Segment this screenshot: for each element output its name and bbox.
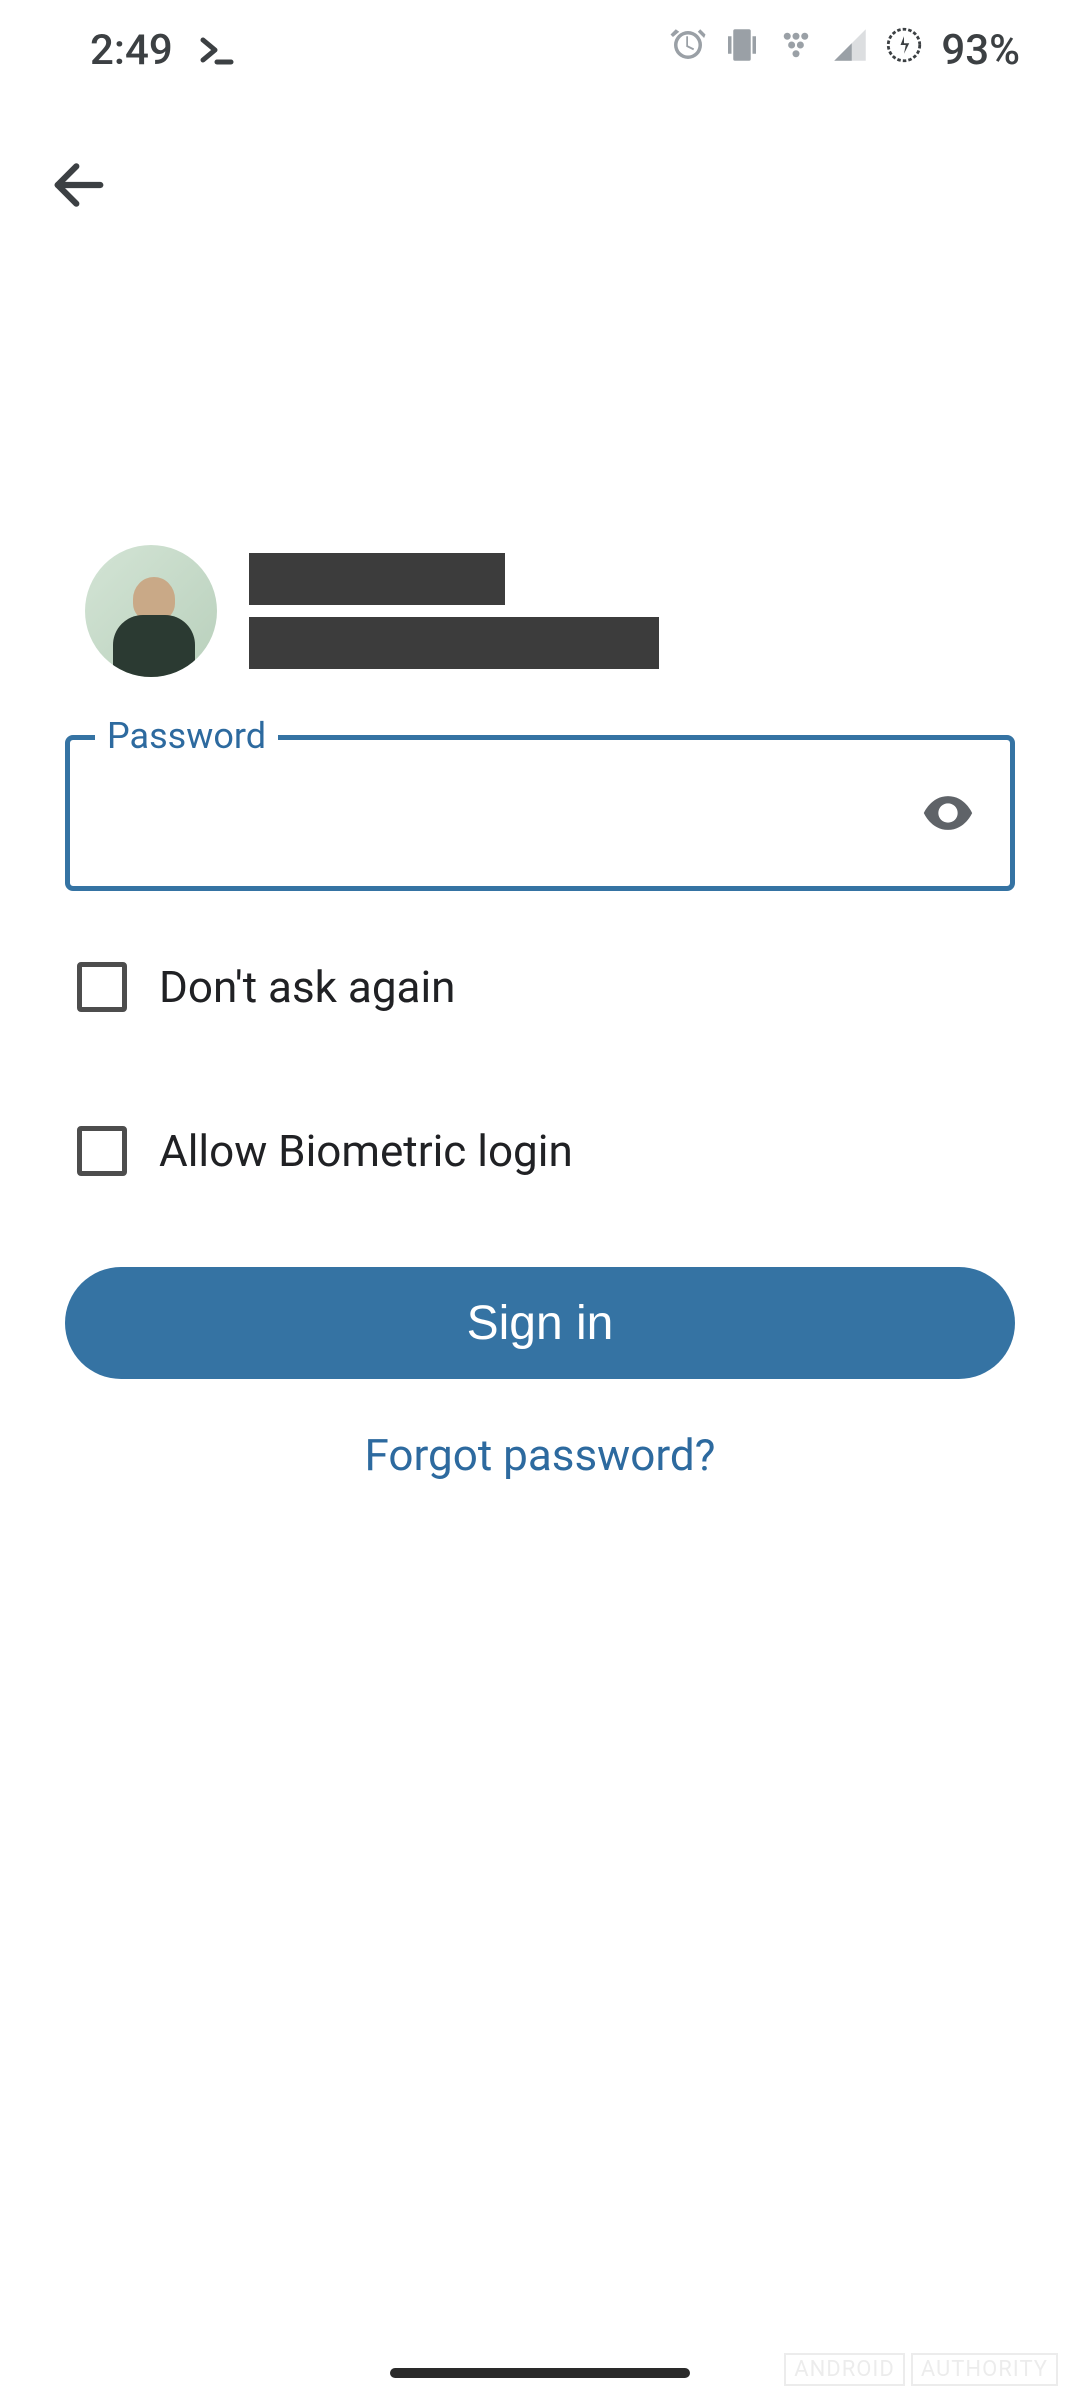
eye-icon (919, 784, 977, 842)
biometric-checkbox[interactable] (77, 1126, 127, 1176)
app-bar (0, 120, 1080, 250)
forgot-password-link[interactable]: Forgot password? (65, 1429, 1015, 1481)
signin-button-label: Sign in (467, 1296, 614, 1351)
avatar (85, 545, 217, 677)
battery-percent: 93% (941, 26, 1020, 75)
dont-ask-checkbox[interactable] (77, 962, 127, 1012)
dont-ask-row[interactable]: Don't ask again (65, 961, 1015, 1013)
watermark: ANDROID AUTHORITY (784, 2353, 1058, 2386)
battery-icon (883, 24, 925, 77)
gesture-nav-handle[interactable] (390, 2368, 690, 2378)
signal-icon (829, 24, 871, 77)
watermark-brand-1: ANDROID (784, 2353, 905, 2386)
password-input-box[interactable] (65, 735, 1015, 891)
password-label: Password (95, 715, 278, 757)
biometric-row[interactable]: Allow Biometric login (65, 1125, 1015, 1177)
account-name-redacted (249, 553, 505, 605)
status-right: 93% (667, 24, 1020, 77)
vibrate-icon (721, 24, 763, 77)
dev-prompt-icon (193, 26, 241, 74)
signin-button[interactable]: Sign in (65, 1267, 1015, 1379)
dots-icon (775, 24, 817, 77)
forgot-password-label: Forgot password? (365, 1429, 716, 1481)
back-button[interactable] (40, 146, 118, 224)
password-field: Password (65, 735, 1015, 891)
account-text-stack (249, 553, 659, 669)
dont-ask-label: Don't ask again (159, 961, 455, 1013)
status-bar: 2:49 93% (0, 0, 1080, 100)
alarm-icon (667, 24, 709, 77)
status-left: 2:49 (90, 26, 241, 75)
account-row (65, 545, 1015, 677)
account-email-redacted (249, 617, 659, 669)
toggle-password-visibility[interactable] (916, 781, 980, 845)
biometric-label: Allow Biometric login (159, 1125, 573, 1177)
status-time: 2:49 (90, 26, 173, 75)
back-arrow-icon (47, 153, 111, 217)
password-input[interactable] (100, 788, 896, 838)
watermark-brand-2: AUTHORITY (911, 2353, 1058, 2386)
login-form: Password Don't ask again Allow Biometric… (65, 545, 1015, 1481)
